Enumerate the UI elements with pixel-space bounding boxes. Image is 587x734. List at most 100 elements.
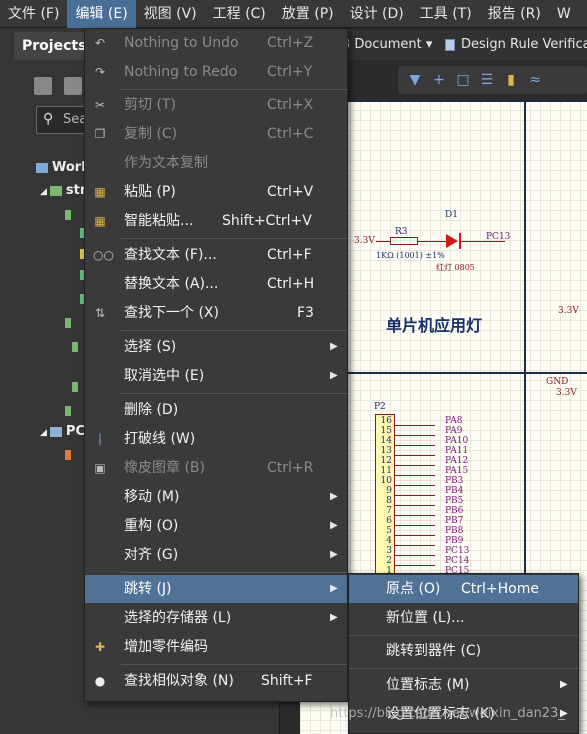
folder-icon[interactable] — [65, 318, 71, 328]
menu-project[interactable]: 工程 (C) — [205, 0, 274, 28]
pin-net-label: PC13 — [445, 546, 470, 556]
pin-line — [395, 565, 435, 566]
redo-icon: ↷ — [94, 65, 106, 79]
undo-icon: ↶ — [94, 36, 106, 50]
menu-item-refactor[interactable]: 重构 (O) ▶ — [85, 512, 347, 540]
menu-separator — [349, 635, 578, 636]
pin-number: 9 — [386, 486, 392, 496]
pin-net-label: PB5 — [445, 496, 464, 506]
expand-arrow-icon[interactable]: ◢ — [40, 187, 47, 197]
menu-item-delete[interactable]: 删除 (D) — [85, 396, 347, 424]
stamp-icon: ▣ — [94, 461, 106, 475]
menu-item-break-wire[interactable]: ∣ 打破线 (W) — [85, 425, 347, 453]
submenu-item-jump-to-component[interactable]: 跳转到器件 (C) — [349, 637, 578, 665]
menu-separator — [121, 330, 347, 331]
pin-line — [395, 545, 435, 546]
menu-item-replace-text[interactable]: 替换文本 (A)... Ctrl+H — [85, 270, 347, 298]
menu-tools[interactable]: 工具 (T) — [412, 0, 480, 28]
pin-line — [395, 465, 435, 466]
pin-line — [395, 535, 435, 536]
pin-net-label: PB3 — [445, 476, 464, 486]
projects-panel-title[interactable]: Projects — [14, 32, 94, 60]
projects-toolbar — [30, 72, 90, 100]
folder-icon[interactable] — [65, 450, 71, 460]
part-number-icon: ✚ — [94, 640, 106, 654]
menu-design[interactable]: 设计 (D) — [342, 0, 412, 28]
menu-item-redo[interactable]: ↷ Nothing to Redo Ctrl+Y — [85, 58, 347, 86]
menu-view[interactable]: 视图 (V) — [136, 0, 205, 28]
menu-item-align[interactable]: 对齐 (G) ▶ — [85, 541, 347, 569]
pin-net-label: PB4 — [445, 486, 464, 496]
menu-item-find-next[interactable]: ⇅ 查找下一个 (X) F3 — [85, 299, 347, 327]
select-rect-icon[interactable]: □ — [456, 73, 470, 87]
menu-item-smart-paste[interactable]: ▦ 智能粘贴... Shift+Ctrl+V — [85, 207, 347, 235]
menu-item-jump[interactable]: 跳转 (J) ▶ — [85, 575, 347, 603]
resistor-designator: R3 — [395, 227, 408, 237]
watermark: https://blog.csdn.net/weixin_dan23_ — [330, 706, 565, 721]
connector-designator: P2 — [374, 402, 386, 412]
wire — [376, 241, 390, 242]
menu-window[interactable]: W — [549, 0, 579, 28]
wire-icon[interactable]: ≈ — [528, 73, 542, 87]
expand-arrow-icon[interactable]: ◢ — [40, 428, 47, 438]
pcb-project-icon — [49, 426, 62, 437]
pin-line — [395, 485, 435, 486]
submenu-arrow-icon: ▶ — [330, 583, 338, 594]
menu-separator — [349, 668, 578, 669]
tab-design-rule-verification[interactable]: Design Rule Verificat — [445, 30, 587, 60]
menu-item-find-similar[interactable]: ● 查找相似对象 (N) Shift+F — [85, 667, 347, 695]
pin-line — [395, 425, 435, 426]
folder-icon[interactable] — [72, 382, 78, 392]
folder-icon[interactable] — [65, 210, 71, 220]
align-icon[interactable]: ☰ — [480, 73, 494, 87]
binoculars-icon: ○○ — [93, 248, 114, 262]
open-project-icon[interactable] — [64, 77, 83, 95]
menu-item-add-part-number[interactable]: ✚ 增加零件编码 — [85, 633, 347, 661]
save-icon[interactable] — [34, 77, 52, 95]
menu-reports[interactable]: 报告 (R) — [480, 0, 549, 28]
pin-number: 13 — [380, 446, 392, 456]
submenu-arrow-icon: ▶ — [330, 341, 338, 352]
menu-item-deselect[interactable]: 取消选中 (E) ▶ — [85, 362, 347, 390]
pin-number: 6 — [386, 516, 392, 526]
folder-icon[interactable] — [72, 342, 78, 352]
menu-item-cut[interactable]: ✂ 剪切 (T) Ctrl+X — [85, 91, 347, 119]
pin-line — [395, 495, 435, 496]
filter-icon[interactable]: ▼ — [408, 73, 422, 87]
menu-separator — [121, 238, 347, 239]
component-icon[interactable]: ▮ — [504, 73, 518, 87]
tree-item-workspace[interactable]: Work — [36, 160, 90, 175]
menu-separator — [121, 89, 347, 90]
tab-document[interactable]: 3 Document ▾ — [342, 30, 432, 60]
folder-icon[interactable] — [65, 406, 71, 416]
workspace-icon — [36, 162, 48, 173]
menu-separator — [121, 572, 347, 573]
net-label-gnd: GND — [546, 377, 569, 387]
pin-number: 16 — [380, 416, 392, 426]
submenu-item-origin[interactable]: 原点 (O) Ctrl+Home — [349, 575, 578, 603]
menu-item-move[interactable]: 移动 (M) ▶ — [85, 483, 347, 511]
menu-item-rubber-stamp[interactable]: ▣ 橡皮图章 (B) Ctrl+R — [85, 454, 347, 482]
menu-item-undo[interactable]: ↶ Nothing to Undo Ctrl+Z — [85, 29, 347, 57]
submenu-arrow-icon: ▶ — [330, 370, 338, 381]
menu-item-copy[interactable]: ❐ 复制 (C) Ctrl+C — [85, 120, 347, 148]
submenu-item-new-location[interactable]: 新位置 (L)... — [349, 604, 578, 632]
add-icon[interactable]: + — [432, 73, 446, 87]
project-icon — [49, 185, 62, 196]
menu-file[interactable]: 文件 (F) — [0, 0, 67, 28]
menu-place[interactable]: 放置 (P) — [274, 0, 342, 28]
menu-edit[interactable]: 编辑 (E) — [67, 0, 136, 28]
led-symbol — [446, 234, 458, 248]
tree-item-pcb[interactable]: ◢ PC — [40, 424, 85, 439]
menu-item-selection-memory[interactable]: 选择的存储器 (L) ▶ — [85, 604, 347, 632]
menu-item-select[interactable]: 选择 (S) ▶ — [85, 333, 347, 361]
edit-menu-dropdown: ↶ Nothing to Undo Ctrl+Z ↷ Nothing to Redo C… — [84, 28, 348, 702]
submenu-item-location-marks[interactable]: 位置标志 (M) ▶ — [349, 671, 578, 699]
find-similar-icon: ● — [94, 674, 106, 688]
pin-net-label: PA9 — [445, 426, 463, 436]
pin-line — [395, 505, 435, 506]
menu-item-find-text[interactable]: ○○ 查找文本 (F)... Ctrl+F — [85, 241, 347, 269]
wire — [418, 241, 446, 242]
menu-item-paste[interactable]: ▦ 粘贴 (P) Ctrl+V — [85, 178, 347, 206]
menu-item-copy-as-text[interactable]: 作为文本复制 — [85, 149, 347, 177]
